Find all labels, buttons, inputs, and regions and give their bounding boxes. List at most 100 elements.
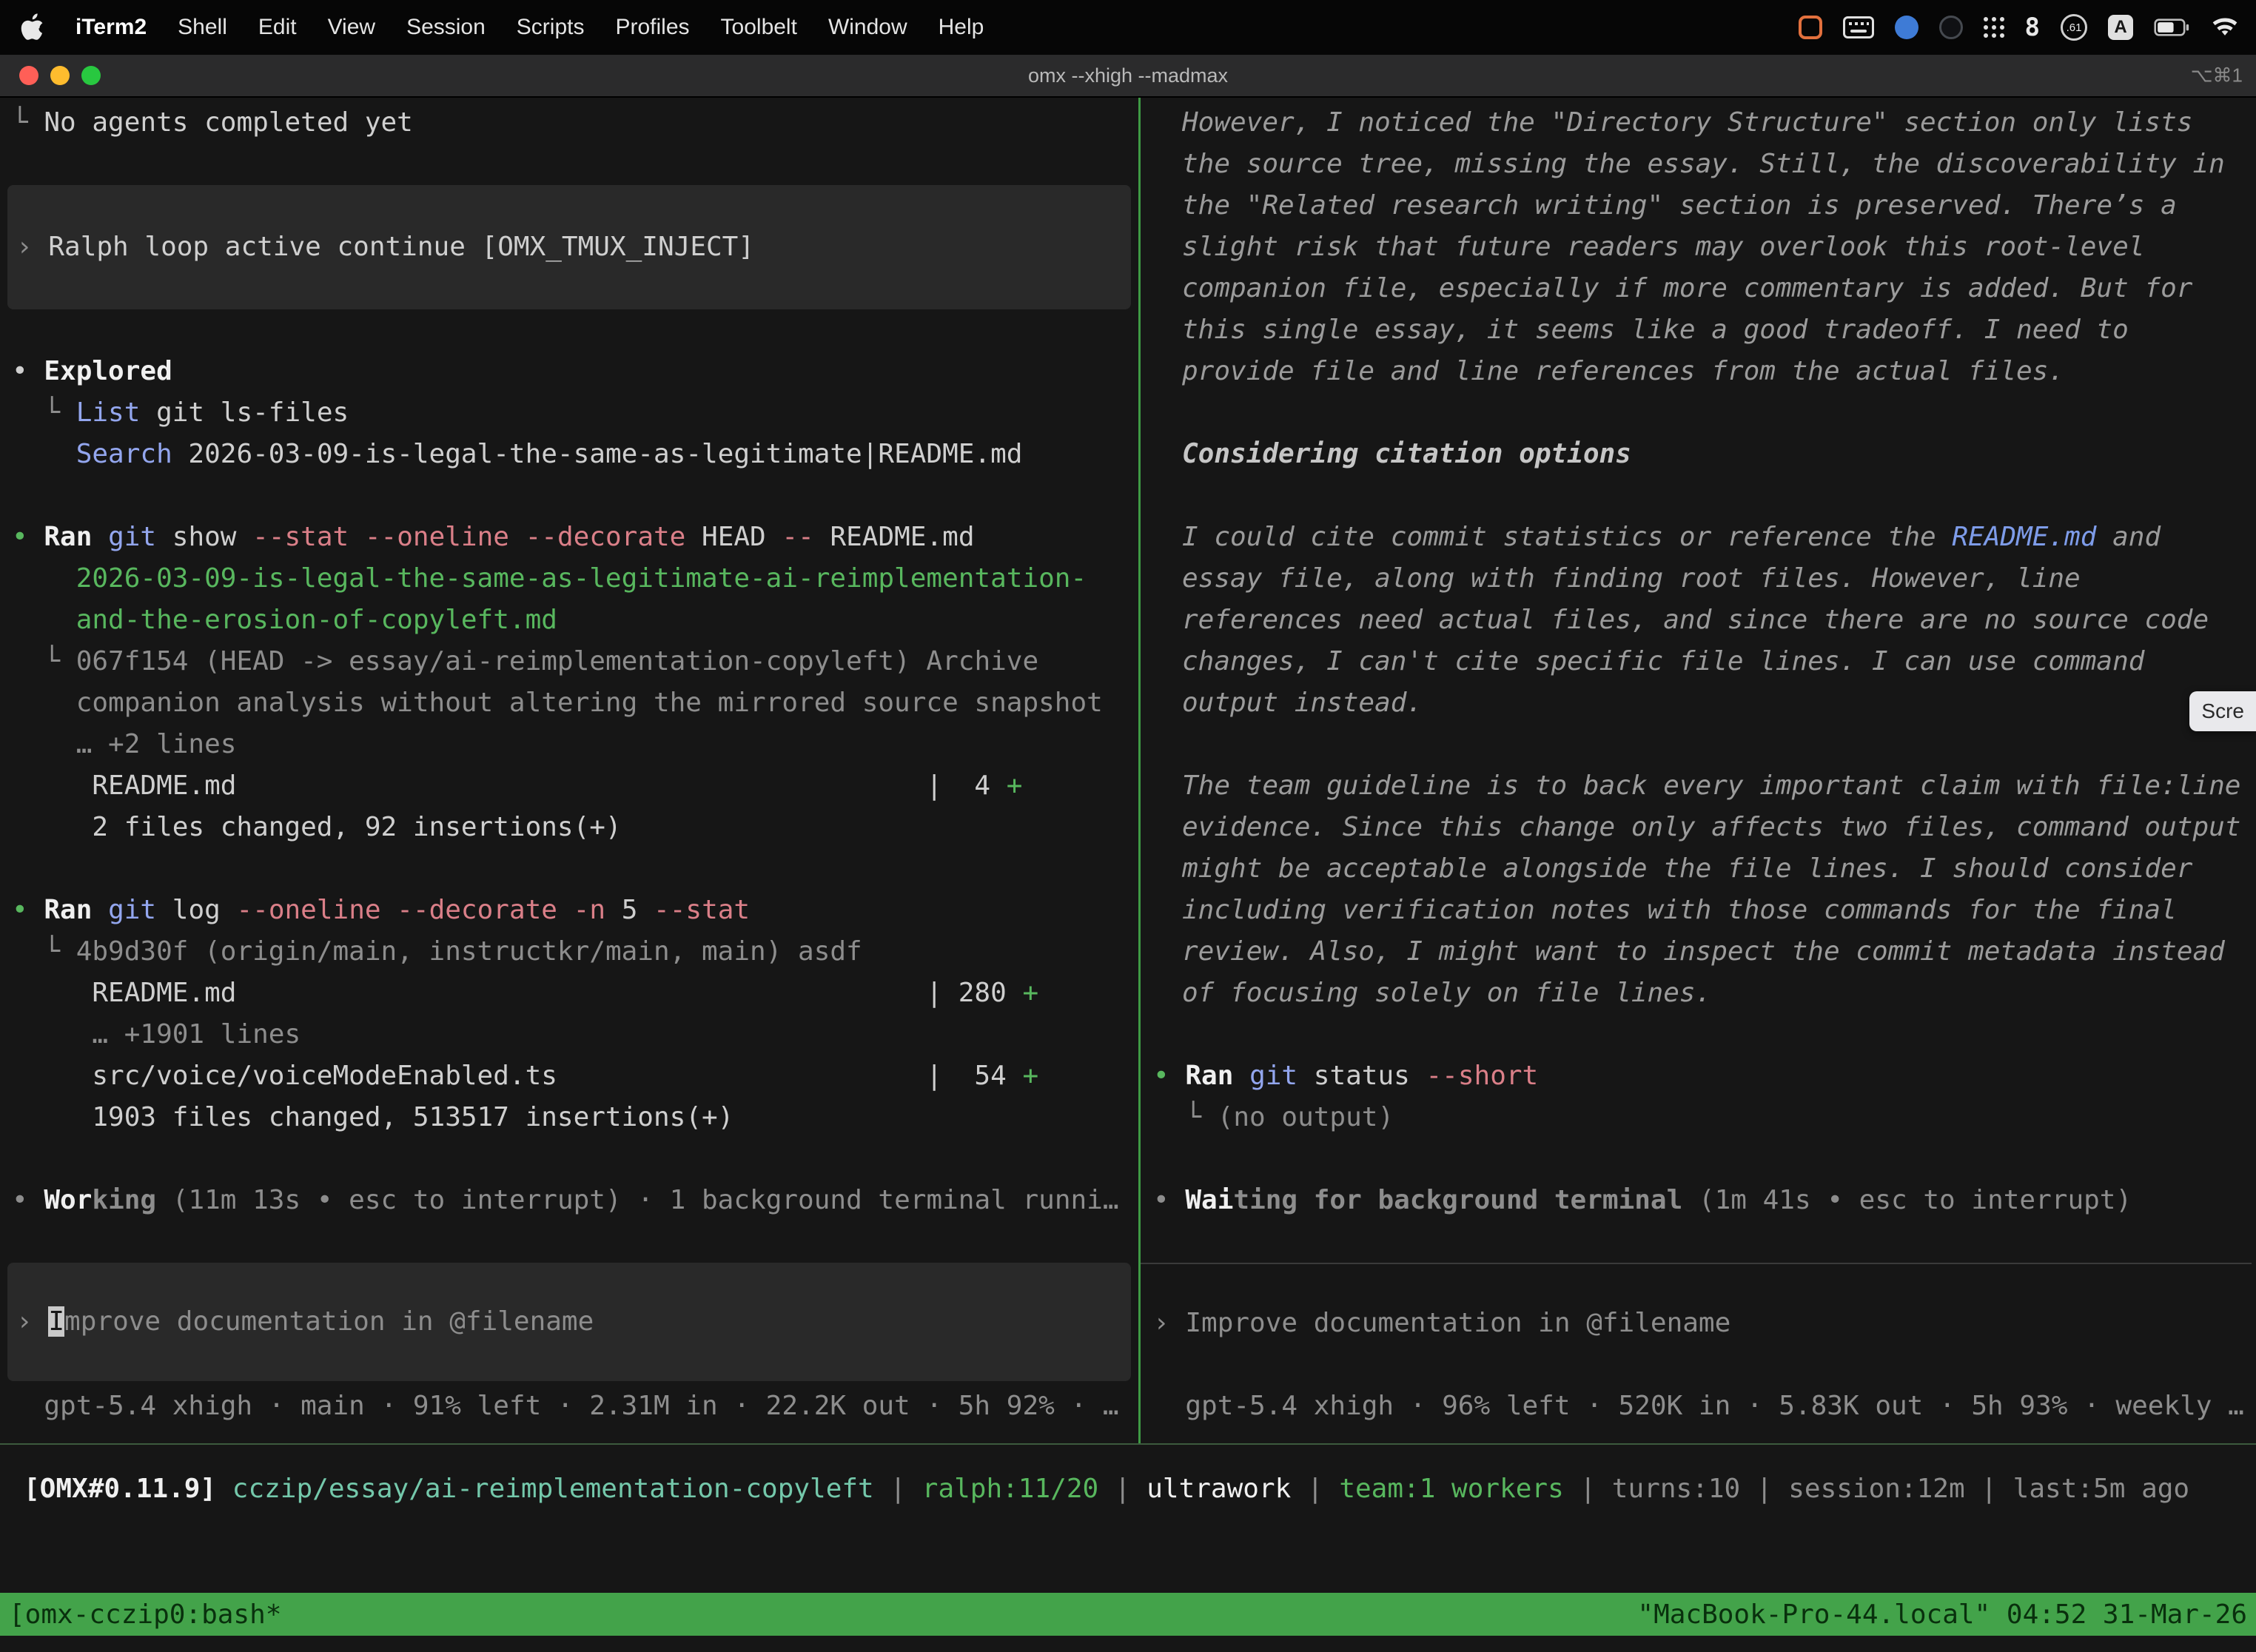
blank-line [0, 1221, 1138, 1263]
menu-items: iTerm2 Shell Edit View Session Scripts Profile… [75, 15, 984, 40]
text-run: gpt-5.4 xhigh · 96% left · 520K in · 5.8… [1153, 1391, 2244, 1421]
blank-line [0, 1138, 1138, 1180]
text-run: turns:10 [1612, 1474, 1740, 1504]
text-run: this single essay, it seems like a good … [1182, 315, 2129, 345]
text-run: Search [76, 439, 172, 469]
text-run: › [16, 1306, 48, 1337]
input-source-icon[interactable]: A [2108, 15, 2133, 40]
text-run: (1m 41s • esc to interrupt) [1682, 1185, 2132, 1215]
text-run: companion analysis without altering the … [12, 688, 1103, 718]
desktop: iTerm2 Shell Edit View Session Scripts Profile… [0, 0, 2256, 1652]
dots-grid-icon[interactable] [1984, 17, 2004, 38]
text-run: Ralph loop active continue [OMX_TMUX_INJ… [48, 232, 754, 262]
menu-item-shell[interactable]: Shell [178, 15, 227, 40]
text-run: including verification notes with those … [1182, 895, 2177, 925]
text-run: • [1153, 1185, 1185, 1215]
blank-line [1141, 1014, 2256, 1055]
blank-line [0, 848, 1138, 890]
window-title-bar[interactable]: omx --xhigh --madmax ⌥⌘1 [0, 55, 2256, 98]
text-run: git [1249, 1061, 1297, 1091]
blank-line [0, 144, 1138, 185]
menu-item-profiles[interactable]: Profiles [615, 15, 689, 40]
text-run: 1903 files changed, 513517 insertions(+) [12, 1102, 733, 1132]
text-run: | [1564, 1474, 1612, 1504]
text-run [557, 895, 574, 925]
blank-line [1141, 475, 2256, 517]
figure-eight-icon[interactable]: 8 [2025, 13, 2040, 42]
terminal-line: • Ran git log --oneline --decorate -n 5 … [0, 890, 1138, 931]
menu-item-session[interactable]: Session [406, 15, 486, 40]
text-run: --stat --oneline --decorate [252, 522, 685, 552]
tmux-status-bar: [omx-cczip0:bash* "MacBook-Pro-44.local"… [0, 1593, 2256, 1636]
terminal-line: Search 2026-03-09-is-legal-the-same-as-l… [0, 434, 1138, 475]
blank-line [1141, 1138, 2256, 1180]
blue-app-icon[interactable] [1895, 16, 1918, 39]
terminal-line: companion file, especially if more comme… [1141, 268, 2256, 309]
text-run: [OMX#0.11.9] [24, 1474, 216, 1504]
terminal-line: the source tree, missing the essay. Stil… [1141, 144, 2256, 185]
right-pane[interactable]: However, I noticed the "Directory Struct… [1141, 98, 2256, 1443]
wifi-icon[interactable] [2210, 16, 2240, 38]
text-run: README.md | 280 [12, 978, 1022, 1008]
text-run: 2 files changed, 92 insertions(+) [12, 812, 622, 842]
blank-line [1141, 1221, 2256, 1263]
text-run: gpt-5.4 xhigh · main · 91% left · 2.31M … [12, 1391, 1119, 1421]
text-run: -n [574, 895, 605, 925]
text-run: Wai [1185, 1185, 1233, 1215]
command-input[interactable]: › Improve documentation in @filename [1141, 1263, 2252, 1381]
terminal-content: └ No agents completed yet › Ralph loop ac… [0, 98, 2256, 1443]
screen-sharing-overlay[interactable]: Scre [2189, 691, 2256, 731]
ralph-loop-banner[interactable]: › Ralph loop active continue [OMX_TMUX_I… [7, 185, 1131, 309]
text-run [92, 522, 108, 552]
omx-status-bar: [OMX#0.11.9] cczip/essay/ai-reimplementa… [0, 1468, 2256, 1510]
text-run: List [76, 397, 141, 428]
text-run: king [92, 1185, 156, 1215]
text-run: └ [12, 107, 44, 138]
terminal-line: including verification notes with those … [1141, 890, 2256, 931]
apple-menu-icon[interactable] [19, 13, 44, 42]
menu-item-edit[interactable]: Edit [258, 15, 297, 40]
text-run: review. Also, I might want to inspect th… [1182, 936, 2225, 967]
close-button[interactable] [19, 66, 38, 85]
text-run: + [1022, 978, 1038, 1008]
menu-item-iterm2[interactable]: iTerm2 [75, 15, 147, 40]
text-run: evidence. Since this change only affects… [1182, 812, 2240, 842]
menu-item-help[interactable]: Help [939, 15, 984, 40]
text-run: README.md | 4 [12, 770, 1007, 801]
text-run: (no output) [1218, 1102, 1394, 1132]
screen-recording-indicator-icon[interactable] [1799, 16, 1822, 39]
blank-line [1141, 392, 2256, 434]
text-run: └ [12, 397, 76, 428]
terminal-line: I could cite commit statistics or refere… [1141, 517, 2256, 558]
terminal-line: └ No agents completed yet [0, 102, 1138, 144]
text-run: › [16, 232, 48, 262]
menu-item-scripts[interactable]: Scripts [517, 15, 585, 40]
text-run: | [1291, 1474, 1339, 1504]
terminal-line: 2 files changed, 92 insertions(+) [0, 807, 1138, 848]
battery-gauge-icon[interactable]: .61 [2061, 14, 2087, 41]
menu-item-window[interactable]: Window [828, 15, 907, 40]
text-run: last:5m ago [2013, 1474, 2189, 1504]
text-run: › Improve documentation in @filename [1153, 1308, 1730, 1338]
text-run: --stat [654, 895, 750, 925]
battery-icon[interactable] [2154, 19, 2189, 36]
text-run: | [1965, 1474, 2013, 1504]
zoom-button[interactable] [81, 66, 101, 85]
text-run: • [12, 356, 44, 386]
menu-item-view[interactable]: View [328, 15, 375, 40]
terminal-line: and-the-erosion-of-copyleft.md [0, 600, 1138, 641]
text-run: ultrawork [1147, 1474, 1291, 1504]
tmux-session-label[interactable]: [omx-cczip0:bash* [9, 1599, 281, 1630]
minimize-button[interactable] [50, 66, 70, 85]
command-input[interactable]: › Improve documentation in @filename [7, 1263, 1131, 1381]
text-run: of focusing solely on file lines. [1182, 978, 1711, 1008]
working-status: • Working (11m 13s • esc to interrupt) ·… [0, 1180, 1138, 1221]
left-pane[interactable]: └ No agents completed yet › Ralph loop ac… [0, 98, 1138, 1443]
menu-item-toolbelt[interactable]: Toolbelt [721, 15, 797, 40]
keyboard-icon[interactable] [1843, 16, 1874, 38]
text-run: slight risk that future readers may over… [1182, 232, 2144, 262]
terminal-line: • Ran git show --stat --oneline --decora… [0, 517, 1138, 558]
text-run: provide file and line references from th… [1182, 356, 2064, 386]
terminal-line: README.md | 280 + [0, 973, 1138, 1014]
dark-app-icon[interactable] [1939, 16, 1963, 39]
